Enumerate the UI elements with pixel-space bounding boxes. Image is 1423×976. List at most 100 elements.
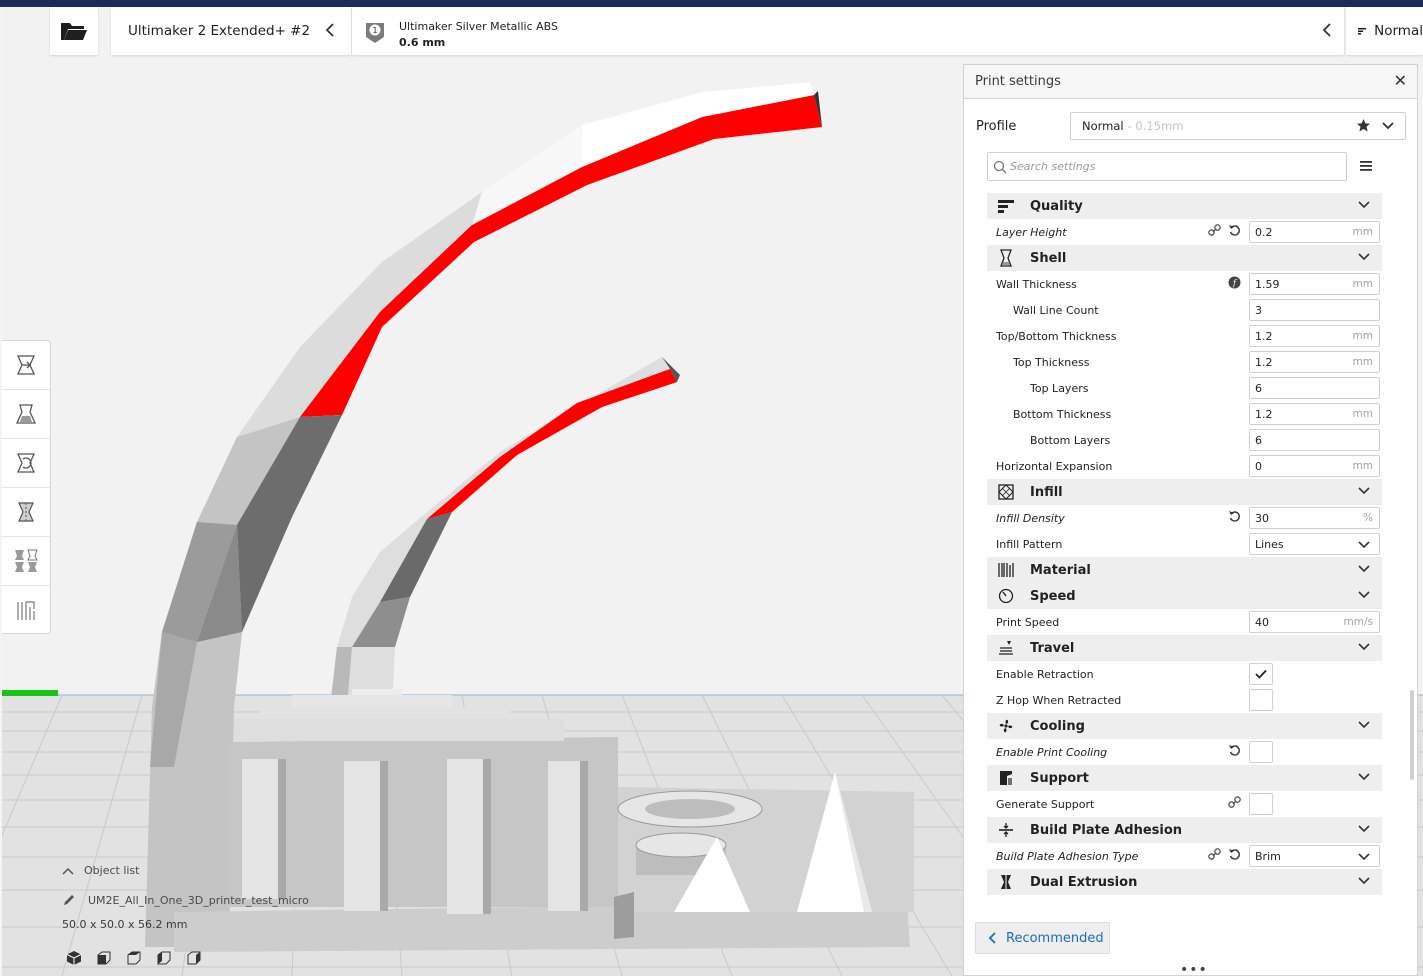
top-thickness-input[interactable]: 1.2 mm xyxy=(1249,351,1380,373)
enable-retraction-checkbox[interactable] xyxy=(1249,663,1273,685)
setting-top-layers: Top Layers 6 xyxy=(987,375,1382,401)
category-build-plate-adhesion[interactable]: Build Plate Adhesion xyxy=(987,817,1382,843)
field-value: 1.2 xyxy=(1255,355,1273,369)
right-view-icon[interactable] xyxy=(186,950,202,966)
per-model-settings-button[interactable] xyxy=(2,537,50,586)
print-profile-button[interactable]: Normal xyxy=(1346,7,1423,55)
category-label: Speed xyxy=(1030,588,1076,604)
print-speed-input[interactable]: 40 mm/s xyxy=(1249,611,1380,633)
adhesion-type-select[interactable]: Brim xyxy=(1249,845,1380,867)
object-dimensions: 50.0 x 50.0 x 56.2 mm xyxy=(62,918,188,931)
field-unit: mm xyxy=(1352,278,1373,290)
category-label: Travel xyxy=(1030,640,1075,656)
field-value: 3 xyxy=(1255,303,1262,317)
field-value: 30 xyxy=(1255,511,1269,525)
field-value: 6 xyxy=(1255,433,1262,447)
checkmark-icon xyxy=(1255,669,1267,679)
category-label: Dual Extrusion xyxy=(1030,874,1138,890)
bottom-layers-input[interactable]: 6 xyxy=(1249,429,1380,451)
bottom-thickness-input[interactable]: 1.2 mm xyxy=(1249,403,1380,425)
top-layers-input[interactable]: 6 xyxy=(1249,377,1380,399)
field-unit: mm xyxy=(1352,408,1373,420)
profile-dropdown[interactable]: Normal - 0.15mm xyxy=(1070,112,1406,140)
front-view-icon[interactable] xyxy=(96,950,112,966)
setting-label: Infill Pattern xyxy=(996,537,1063,551)
setting-infill-density: Infill Density 30% xyxy=(987,505,1382,531)
category-infill[interactable]: Infill xyxy=(987,479,1382,505)
category-speed[interactable]: Speed xyxy=(987,583,1382,609)
chevron-left-icon xyxy=(1322,23,1331,37)
setting-bottom-layers: Bottom Layers 6 xyxy=(987,427,1382,453)
field-value: Brim xyxy=(1255,849,1281,863)
search-icon xyxy=(993,160,1007,174)
setting-top-thickness: Top Thickness 1.2 mm xyxy=(987,349,1382,375)
field-value: 1.2 xyxy=(1255,329,1273,343)
field-unit: mm xyxy=(1352,330,1373,342)
category-label: Material xyxy=(1030,562,1091,578)
category-cooling[interactable]: Cooling xyxy=(987,713,1382,739)
category-label: Quality xyxy=(1030,198,1083,214)
field-unit: % xyxy=(1363,512,1373,524)
category-support[interactable]: Support xyxy=(987,765,1382,791)
link-icon xyxy=(1228,796,1241,808)
printer-selector[interactable]: Ultimaker 2 Extended+ #2 xyxy=(111,7,351,55)
wall-thickness-input[interactable]: 1.59 mm xyxy=(1249,273,1380,295)
top-view-icon[interactable] xyxy=(126,950,142,966)
settings-visibility-menu-icon[interactable] xyxy=(1360,160,1372,172)
function-icon: f xyxy=(1228,276,1241,289)
reset-icon[interactable] xyxy=(1228,744,1241,757)
reset-icon[interactable] xyxy=(1228,848,1241,861)
wall-line-count-input[interactable]: 3 xyxy=(1249,299,1380,321)
left-view-icon[interactable] xyxy=(156,950,172,966)
object-list-toggle[interactable]: Object list xyxy=(62,864,139,877)
profile-button-label: Normal xyxy=(1374,23,1423,39)
generate-support-checkbox[interactable] xyxy=(1249,793,1273,815)
search-settings-input[interactable]: Search settings xyxy=(987,152,1347,181)
category-material[interactable]: Material xyxy=(987,557,1382,583)
window-top-band xyxy=(0,0,1423,7)
horizontal-expansion-input[interactable]: 0 mm xyxy=(1249,455,1380,477)
print-setup-icon xyxy=(1358,27,1367,35)
support-blocker-button[interactable] xyxy=(2,586,50,635)
view-orientation-bar xyxy=(66,950,202,966)
mirror-tool-button[interactable] xyxy=(2,488,50,537)
profile-value: Normal xyxy=(1082,119,1124,133)
reset-icon[interactable] xyxy=(1228,224,1241,237)
category-label: Build Plate Adhesion xyxy=(1030,822,1183,838)
z-hop-checkbox[interactable] xyxy=(1249,689,1273,711)
top-bottom-thickness-input[interactable]: 1.2 mm xyxy=(1249,325,1380,347)
recommended-mode-button[interactable]: Recommended xyxy=(975,922,1110,954)
dual-extrusion-icon xyxy=(996,872,1016,892)
category-travel[interactable]: Travel xyxy=(987,635,1382,661)
print-settings-header: Print settings ✕ xyxy=(964,65,1417,99)
open-file-button[interactable] xyxy=(50,7,98,55)
setting-label: Z Hop When Retracted xyxy=(996,693,1122,707)
settings-scrollbar[interactable] xyxy=(1410,690,1414,780)
layer-height-input[interactable]: 0.2 mm xyxy=(1249,221,1380,243)
support-blocker-icon xyxy=(17,600,35,620)
rotate-tool-button[interactable] xyxy=(2,439,50,488)
close-icon[interactable]: ✕ xyxy=(1394,73,1407,89)
setting-label: Infill Density xyxy=(996,511,1065,525)
profile-subvalue: - 0.15mm xyxy=(1127,119,1184,133)
move-tool-button[interactable] xyxy=(2,341,50,390)
scale-tool-button[interactable] xyxy=(2,390,50,439)
enable-print-cooling-checkbox[interactable] xyxy=(1249,741,1273,763)
material-selector[interactable]: 1 Ultimaker Silver Metallic ABS 0.6 mm xyxy=(352,7,1344,55)
star-icon[interactable] xyxy=(1356,118,1371,133)
field-value: 1.2 xyxy=(1255,407,1273,421)
3d-view-icon[interactable] xyxy=(66,950,82,966)
mirror-icon xyxy=(18,502,34,522)
infill-pattern-select[interactable]: Lines xyxy=(1249,533,1380,555)
infill-density-input[interactable]: 30% xyxy=(1249,507,1380,529)
setting-adhesion-type: Build Plate Adhesion Type Brim xyxy=(987,843,1382,869)
object-name-row[interactable]: UM2E_All_In_One_3D_printer_test_micro xyxy=(62,893,309,907)
reset-icon[interactable] xyxy=(1228,510,1241,523)
move-icon xyxy=(16,355,36,375)
category-dual-extrusion[interactable]: Dual Extrusion xyxy=(987,869,1382,895)
setting-generate-support: Generate Support xyxy=(987,791,1382,817)
category-shell[interactable]: Shell xyxy=(987,245,1382,271)
panel-resize-handle[interactable]: ••• xyxy=(1180,962,1208,976)
category-quality[interactable]: Quality xyxy=(987,193,1382,219)
per-model-settings-icon xyxy=(15,549,38,572)
